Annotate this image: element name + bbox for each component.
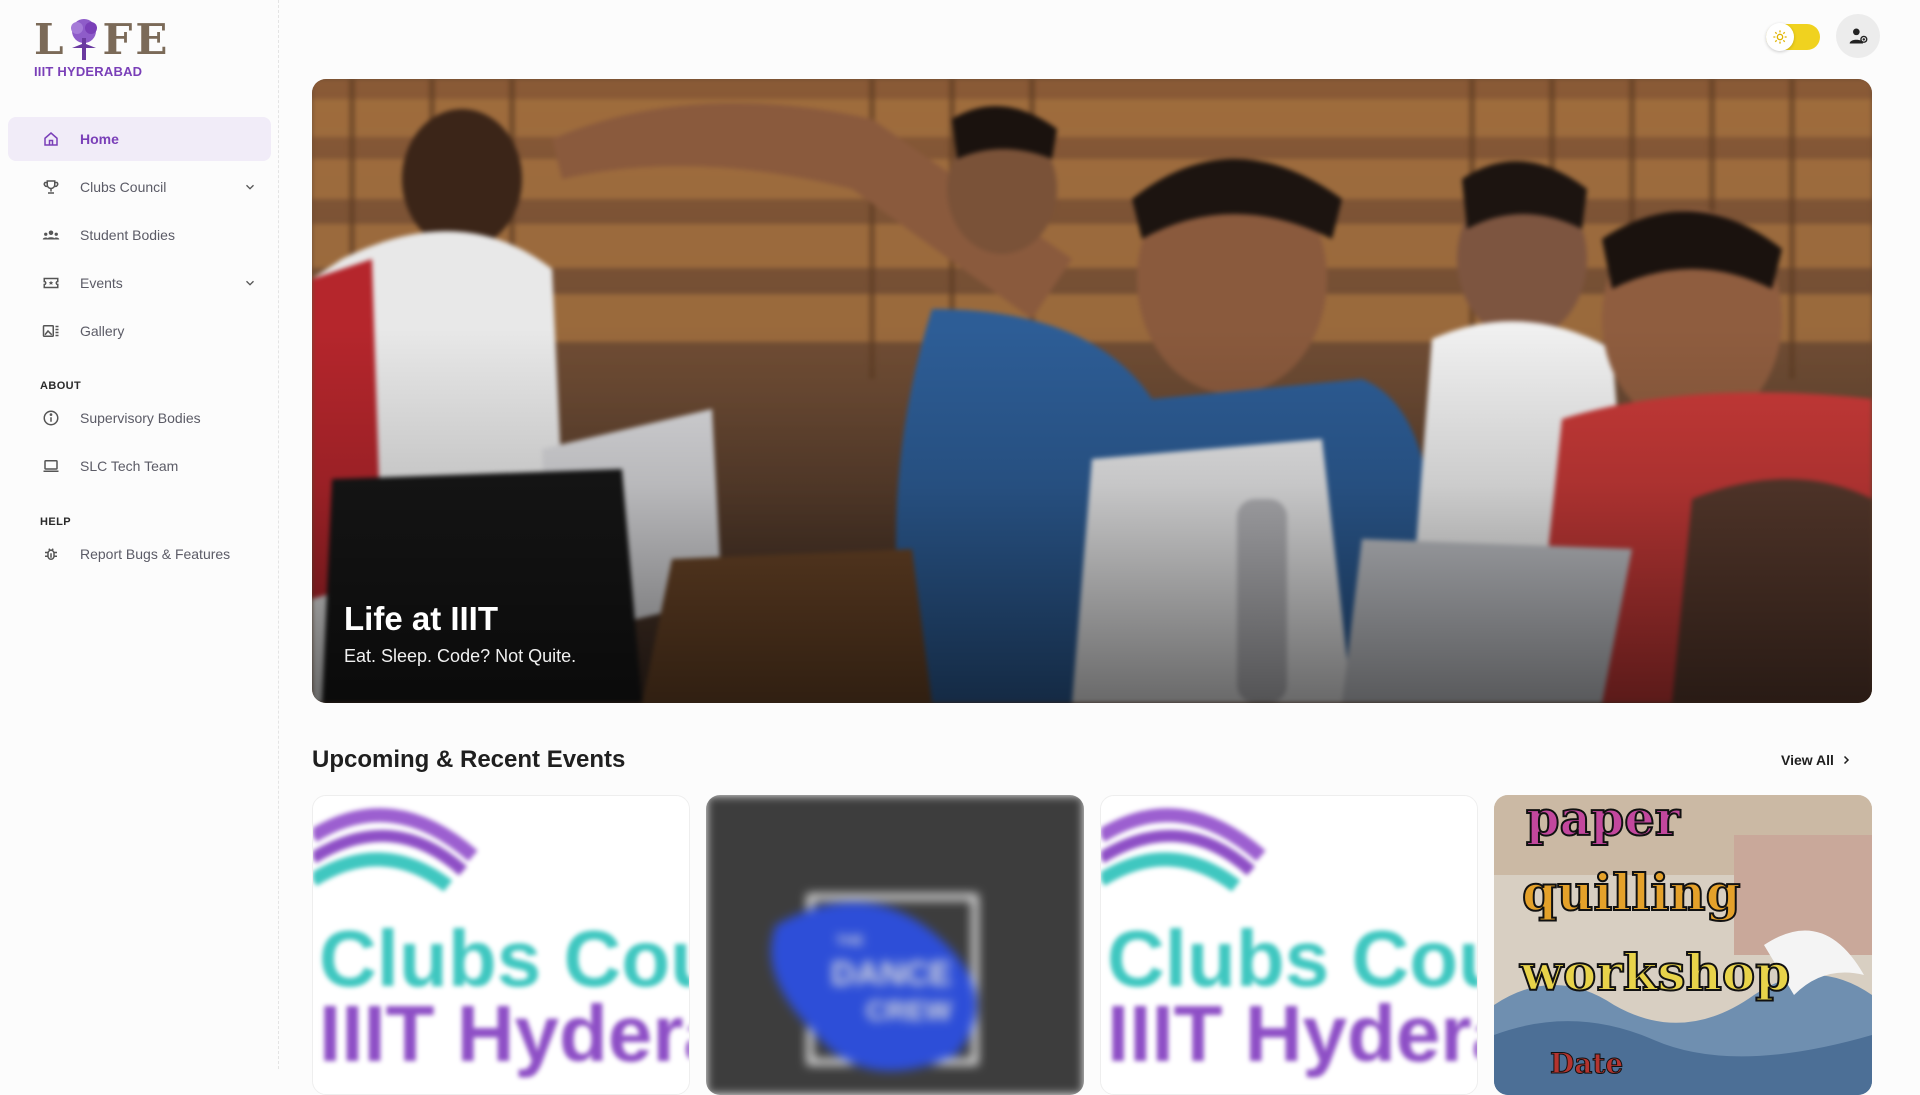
sidebar: L F E IIIT HYDERABAD Home Clubs Council [0, 0, 279, 1069]
nav-item-clubs-council[interactable]: Clubs Council [8, 165, 271, 209]
account-button[interactable] [1836, 14, 1880, 58]
life-logo[interactable]: L F E IIIT HYDERABAD [34, 18, 184, 80]
hero-overlay [312, 79, 1872, 703]
nav-label-clubs-council: Clubs Council [80, 179, 167, 195]
nav-label-student-bodies: Student Bodies [80, 227, 175, 243]
event-poster-image: THE DANCE CREW [706, 795, 1084, 1095]
poster-line-2: quilling [1522, 863, 1741, 922]
nav-label-supervisory-bodies: Supervisory Bodies [80, 410, 201, 426]
nav-item-gallery[interactable]: Gallery [8, 309, 271, 353]
group-icon [42, 226, 60, 244]
event-card[interactable]: Clubs Cou IIIT Hydera [1100, 795, 1478, 1095]
section-title-about: ABOUT [40, 380, 82, 392]
poster-line-4: Date [1550, 1047, 1623, 1080]
poster-line-3: workshop [1519, 943, 1790, 1002]
view-all-link[interactable]: View All [1781, 752, 1852, 768]
nav-item-slc-tech-team[interactable]: SLC Tech Team [8, 444, 271, 488]
nav-label-slc-tech-team: SLC Tech Team [80, 458, 179, 474]
event-card[interactable]: THE DANCE CREW [706, 795, 1084, 1095]
chevron-right-icon [1843, 755, 1849, 765]
nav-label-gallery: Gallery [80, 323, 125, 339]
poster-line-2: IIIT Hydera [1107, 989, 1478, 1078]
toggle-knob [1766, 23, 1794, 51]
nav-label-report-bugs: Report Bugs & Features [80, 546, 231, 562]
help-nav: Report Bugs & Features [8, 532, 271, 580]
info-icon [42, 409, 60, 427]
nav-item-student-bodies[interactable]: Student Bodies [8, 213, 271, 257]
event-card[interactable]: Clubs Cou IIIT Hydera [312, 795, 690, 1095]
hero-banner: Life at IIIT Eat. Sleep. Code? Not Quite… [312, 79, 1872, 703]
ticket-icon [42, 274, 60, 292]
about-nav: Supervisory Bodies SLC Tech Team [8, 396, 271, 492]
event-card[interactable]: paper quilling workshop Date [1494, 795, 1872, 1095]
logo-mark: L F E [34, 18, 184, 62]
user-login-icon [1849, 28, 1868, 44]
events-section-title: Upcoming & Recent Events [312, 746, 626, 773]
hero-subtitle: Eat. Sleep. Code? Not Quite. [344, 646, 577, 666]
poster-line-3: CREW [866, 995, 952, 1026]
gallery-icon [42, 322, 60, 340]
nav-label-home: Home [80, 131, 119, 147]
hero-title: Life at IIIT [344, 600, 499, 637]
event-poster-image: Clubs Cou IIIT Hydera [313, 796, 690, 1094]
logo-letter-f: F [102, 15, 134, 64]
nav-label-events: Events [80, 275, 123, 291]
view-all-label: View All [1781, 752, 1834, 768]
logo-subtitle: IIIT HYDERABAD [34, 64, 143, 79]
home-icon [42, 130, 60, 148]
poster-line-1: THE [836, 932, 864, 948]
sun-icon [1773, 30, 1787, 44]
logo-letter-e: E [135, 15, 169, 64]
nav-item-report-bugs[interactable]: Report Bugs & Features [8, 532, 271, 576]
poster-line-2: IIIT Hydera [319, 989, 690, 1078]
nav-item-events[interactable]: Events [8, 261, 271, 305]
chevron-down-icon[interactable] [243, 276, 257, 290]
poster-line-2: DANCE [831, 955, 952, 993]
tree-icon [70, 19, 97, 60]
chevron-down-icon[interactable] [243, 180, 257, 194]
section-title-help: HELP [40, 516, 71, 528]
theme-toggle[interactable] [1766, 23, 1820, 51]
poster-line-1: paper [1526, 795, 1681, 847]
events-card-list: Clubs Cou IIIT Hydera THE DANCE CREW Clu… [312, 795, 1872, 1095]
trophy-icon [42, 178, 60, 196]
nav-item-home[interactable]: Home [8, 117, 271, 161]
main-nav: Home Clubs Council Student Bodies Events [8, 117, 271, 357]
bug-icon [42, 545, 60, 563]
nav-item-supervisory-bodies[interactable]: Supervisory Bodies [8, 396, 271, 440]
event-poster-image: paper quilling workshop Date [1494, 795, 1872, 1095]
laptop-icon [42, 457, 60, 475]
event-poster-image: Clubs Cou IIIT Hydera [1101, 796, 1478, 1094]
logo-letter-l: L [34, 15, 65, 64]
